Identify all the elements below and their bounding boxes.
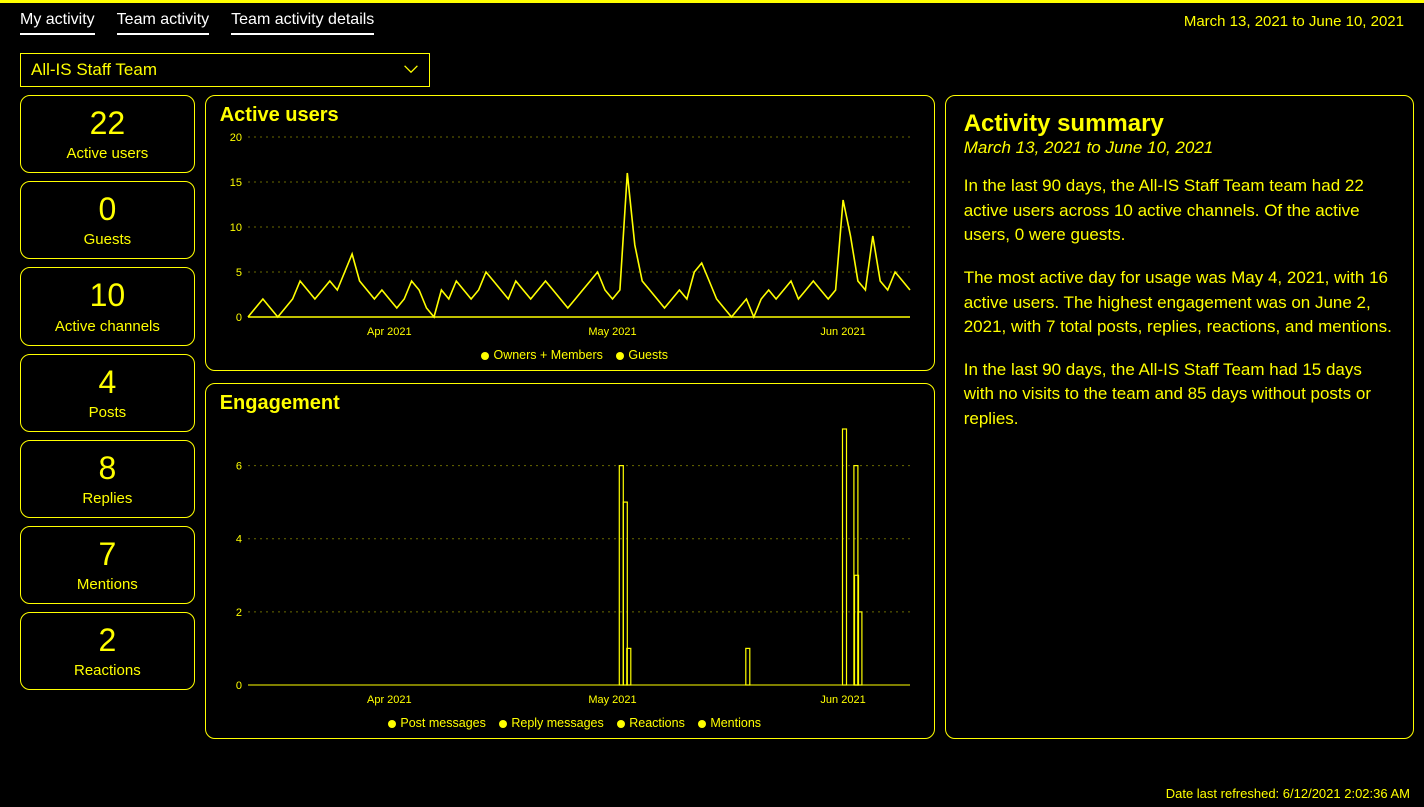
legend-label: Mentions xyxy=(710,716,761,730)
stat-label: Replies xyxy=(25,490,190,507)
stat-label: Posts xyxy=(25,404,190,421)
stat-card-replies[interactable]: 8 Replies xyxy=(20,440,195,518)
stat-card-reactions[interactable]: 2 Reactions xyxy=(20,612,195,690)
summary-panel: Activity summary March 13, 2021 to June … xyxy=(945,95,1414,739)
legend-label: Reply messages xyxy=(511,716,603,730)
stat-card-mentions[interactable]: 7 Mentions xyxy=(20,526,195,604)
stat-card-active-channels[interactable]: 10 Active channels xyxy=(20,267,195,345)
team-select-dropdown[interactable]: All-IS Staff Team xyxy=(20,53,430,87)
legend-dot-icon xyxy=(481,352,489,360)
chart-title: Active users xyxy=(220,104,920,127)
svg-text:6: 6 xyxy=(236,461,242,473)
legend-dot-icon xyxy=(617,720,625,728)
stat-value: 0 xyxy=(25,192,190,227)
legend-label: Guests xyxy=(628,348,668,362)
stat-label: Guests xyxy=(25,231,190,248)
svg-text:Apr 2021: Apr 2021 xyxy=(367,326,412,338)
svg-text:May 2021: May 2021 xyxy=(588,694,636,706)
svg-text:0: 0 xyxy=(236,680,242,692)
svg-text:Jun 2021: Jun 2021 xyxy=(820,326,865,338)
summary-title: Activity summary xyxy=(964,110,1395,138)
svg-text:10: 10 xyxy=(229,222,241,234)
tab-team-activity[interactable]: Team activity xyxy=(117,11,209,35)
stat-card-posts[interactable]: 4 Posts xyxy=(20,354,195,432)
stat-value: 10 xyxy=(25,278,190,313)
svg-text:5: 5 xyxy=(236,267,242,279)
legend-dot-icon xyxy=(616,352,624,360)
legend-label: Reactions xyxy=(629,716,685,730)
svg-text:0: 0 xyxy=(236,312,242,324)
svg-text:2: 2 xyxy=(236,607,242,619)
legend-label: Owners + Members xyxy=(493,348,602,362)
legend-label: Post messages xyxy=(400,716,485,730)
stat-label: Mentions xyxy=(25,576,190,593)
svg-text:May 2021: May 2021 xyxy=(588,326,636,338)
summary-paragraph: The most active day for usage was May 4,… xyxy=(964,266,1395,340)
chart-legend: Post messages Reply messages Reactions M… xyxy=(220,716,920,730)
svg-text:Jun 2021: Jun 2021 xyxy=(820,694,865,706)
stat-value: 2 xyxy=(25,623,190,658)
svg-text:4: 4 xyxy=(236,534,242,546)
stat-label: Active channels xyxy=(25,318,190,335)
stat-label: Active users xyxy=(25,145,190,162)
tab-my-activity[interactable]: My activity xyxy=(20,11,95,35)
summary-paragraph: In the last 90 days, the All-IS Staff Te… xyxy=(964,174,1395,248)
team-select-value: All-IS Staff Team xyxy=(31,60,157,80)
stat-label: Reactions xyxy=(25,662,190,679)
stat-value: 8 xyxy=(25,451,190,486)
summary-paragraph: In the last 90 days, the All-IS Staff Te… xyxy=(964,358,1395,432)
tab-team-activity-details[interactable]: Team activity details xyxy=(231,11,374,35)
tabs-row: My activity Team activity Team activity … xyxy=(0,2,1424,41)
legend-dot-icon xyxy=(698,720,706,728)
stat-value: 7 xyxy=(25,537,190,572)
date-range-top: March 13, 2021 to June 10, 2021 xyxy=(1184,13,1404,30)
stat-value: 22 xyxy=(25,106,190,141)
stat-column: 22 Active users 0 Guests 10 Active chann… xyxy=(20,95,195,739)
chart-engagement[interactable]: 0 2 4 6 Apr 2021 May 2021 Jun 2021 xyxy=(220,419,920,712)
chevron-down-icon xyxy=(403,60,419,80)
chart-legend: Owners + Members Guests xyxy=(220,348,920,362)
chart-card-active-users: Active users 0 5 10 15 20 Apr 2021 May 2021 Jun… xyxy=(205,95,935,371)
svg-text:15: 15 xyxy=(229,177,241,189)
stat-value: 4 xyxy=(25,365,190,400)
legend-dot-icon xyxy=(388,720,396,728)
svg-text:Apr 2021: Apr 2021 xyxy=(367,694,412,706)
svg-text:20: 20 xyxy=(229,132,241,144)
footer-refreshed: Date last refreshed: 6/12/2021 2:02:36 A… xyxy=(1166,786,1410,801)
chart-title: Engagement xyxy=(220,392,920,415)
charts-column: Active users 05101520Apr 2021May 2021Jun… xyxy=(205,95,935,739)
chart-card-engagement: Engagement 0246Apr 2021May 2021Jun 2021 … xyxy=(205,383,935,739)
summary-date-range: March 13, 2021 to June 10, 2021 xyxy=(964,138,1395,158)
legend-dot-icon xyxy=(499,720,507,728)
chart-active-users[interactable]: 0 5 10 15 20 Apr 2021 May 2021 Jun 2021 xyxy=(220,131,920,344)
stat-card-guests[interactable]: 0 Guests xyxy=(20,181,195,259)
stat-card-active-users[interactable]: 22 Active users xyxy=(20,95,195,173)
